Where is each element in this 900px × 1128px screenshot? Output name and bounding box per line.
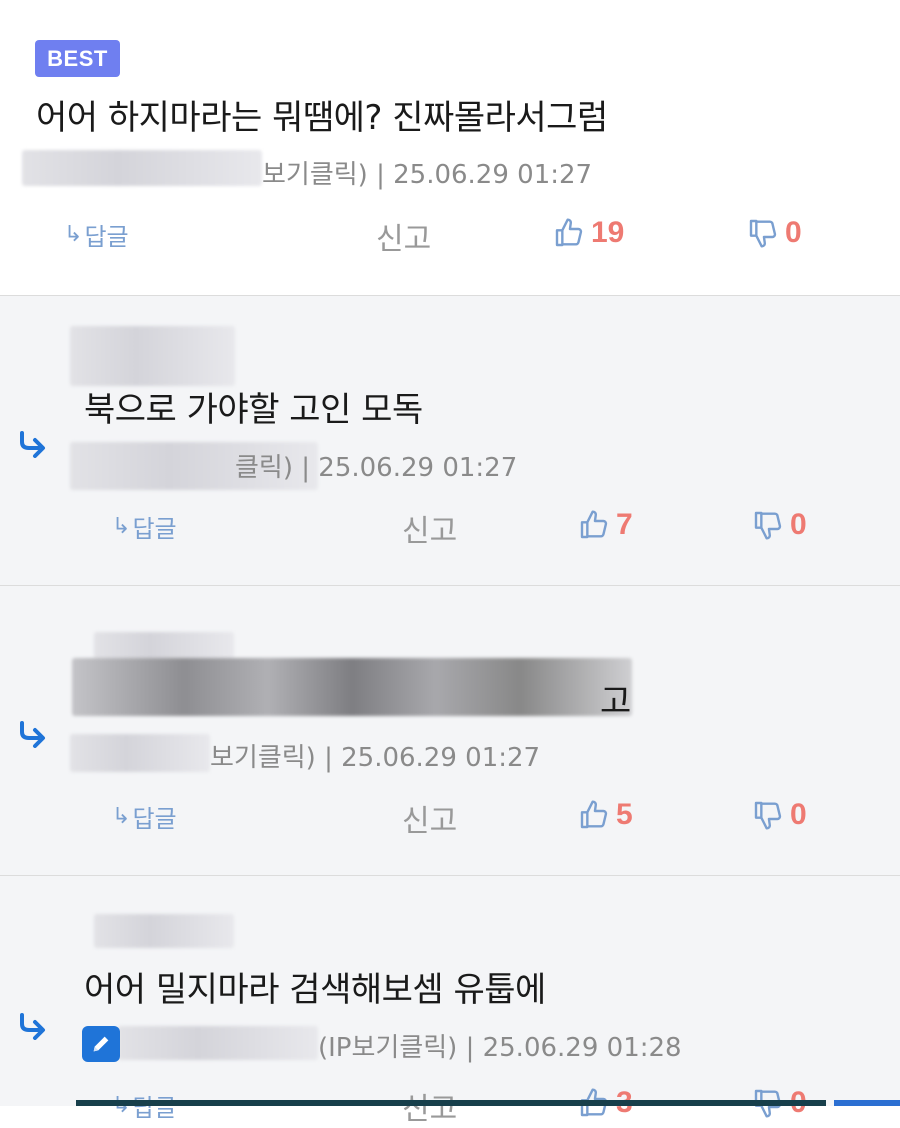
reply-button[interactable]: ↳ 답글: [112, 799, 177, 834]
redacted-author-info: [118, 1026, 318, 1060]
like-count: 7: [616, 508, 633, 541]
comment-meta: 클릭) | 25.06.29 01:27: [235, 453, 518, 483]
reply-arrow-icon: ↳: [112, 514, 131, 539]
reply-arrow-icon: ↳: [112, 804, 131, 829]
report-button[interactable]: 신고: [376, 214, 431, 258]
report-button[interactable]: 신고: [402, 796, 457, 840]
reply-indicator-icon: [20, 721, 45, 748]
comment-text-tail: 고: [600, 682, 631, 722]
reply-button[interactable]: ↳ 답글: [112, 509, 177, 544]
reply-button[interactable]: ↳ 답글: [64, 217, 129, 252]
reply-label: 답글: [132, 805, 177, 833]
redacted-author: [94, 632, 234, 660]
thumbs-down-icon: [754, 511, 782, 540]
report-button[interactable]: 신고: [402, 1084, 457, 1128]
like-button[interactable]: 7: [578, 508, 633, 542]
thumbs-up-icon: [555, 218, 583, 247]
thumbs-up-icon: [580, 800, 608, 829]
comment-meta: (IP보기클릭) | 25.06.29 01:28: [318, 1033, 682, 1063]
like-count: 5: [616, 798, 633, 831]
reply-comment: 고 보기클릭) | 25.06.29 01:27 ↳ 답글 신고 5 0: [0, 586, 900, 876]
like-button[interactable]: 19: [553, 216, 624, 250]
comment-text: 어어 밀지마라 검색해보셈 유툽에: [84, 970, 546, 1010]
dislike-button[interactable]: 0: [747, 216, 802, 250]
comment-text: 어어 하지마라는 뭐땜에? 진짜몰라서그럼: [36, 98, 608, 138]
thumbs-down-icon: [749, 219, 777, 248]
thumbs-down-icon: [754, 801, 782, 830]
dislike-count: 0: [785, 216, 802, 249]
reply-arrow-icon: ↳: [64, 222, 83, 247]
redacted-comment-text: [72, 658, 632, 716]
reply-comment: 어어 밀지마라 검색해보셈 유툽에 (IP보기클릭) | 25.06.29 01…: [0, 876, 900, 1127]
redacted-author-info: [70, 734, 210, 772]
best-badge: BEST: [35, 40, 120, 77]
comment-meta: 보기클릭) | 25.06.29 01:27: [210, 743, 541, 773]
pencil-icon[interactable]: [82, 1026, 120, 1062]
comment-text: 북으로 가야할 고인 모독: [84, 390, 423, 430]
report-button[interactable]: 신고: [402, 506, 457, 550]
dislike-button[interactable]: 0: [752, 798, 807, 832]
redacted-author: [94, 914, 234, 948]
redacted-author: [70, 326, 235, 386]
bottom-banner: [76, 1100, 826, 1106]
comment-meta: 보기클릭) | 25.06.29 01:27: [262, 160, 593, 190]
like-count: 19: [591, 216, 625, 249]
reply-indicator-icon: [20, 1013, 45, 1040]
bottom-banner-accent: [834, 1100, 900, 1106]
dislike-button[interactable]: 0: [752, 508, 807, 542]
thumbs-up-icon: [580, 510, 608, 539]
reply-indicator-icon: [20, 431, 45, 458]
dislike-count: 0: [790, 798, 807, 831]
like-button[interactable]: 5: [578, 798, 633, 832]
reply-comment: 북으로 가야할 고인 모독 클릭) | 25.06.29 01:27 ↳ 답글 …: [0, 296, 900, 586]
best-comment: BEST 어어 하지마라는 뭐땜에? 진짜몰라서그럼 보기클릭) | 25.06…: [0, 0, 900, 296]
pencil-glyph: [93, 1036, 109, 1052]
redacted-author: [22, 150, 262, 186]
reply-label: 답글: [84, 223, 129, 251]
dislike-count: 0: [790, 508, 807, 541]
reply-label: 답글: [132, 515, 177, 543]
